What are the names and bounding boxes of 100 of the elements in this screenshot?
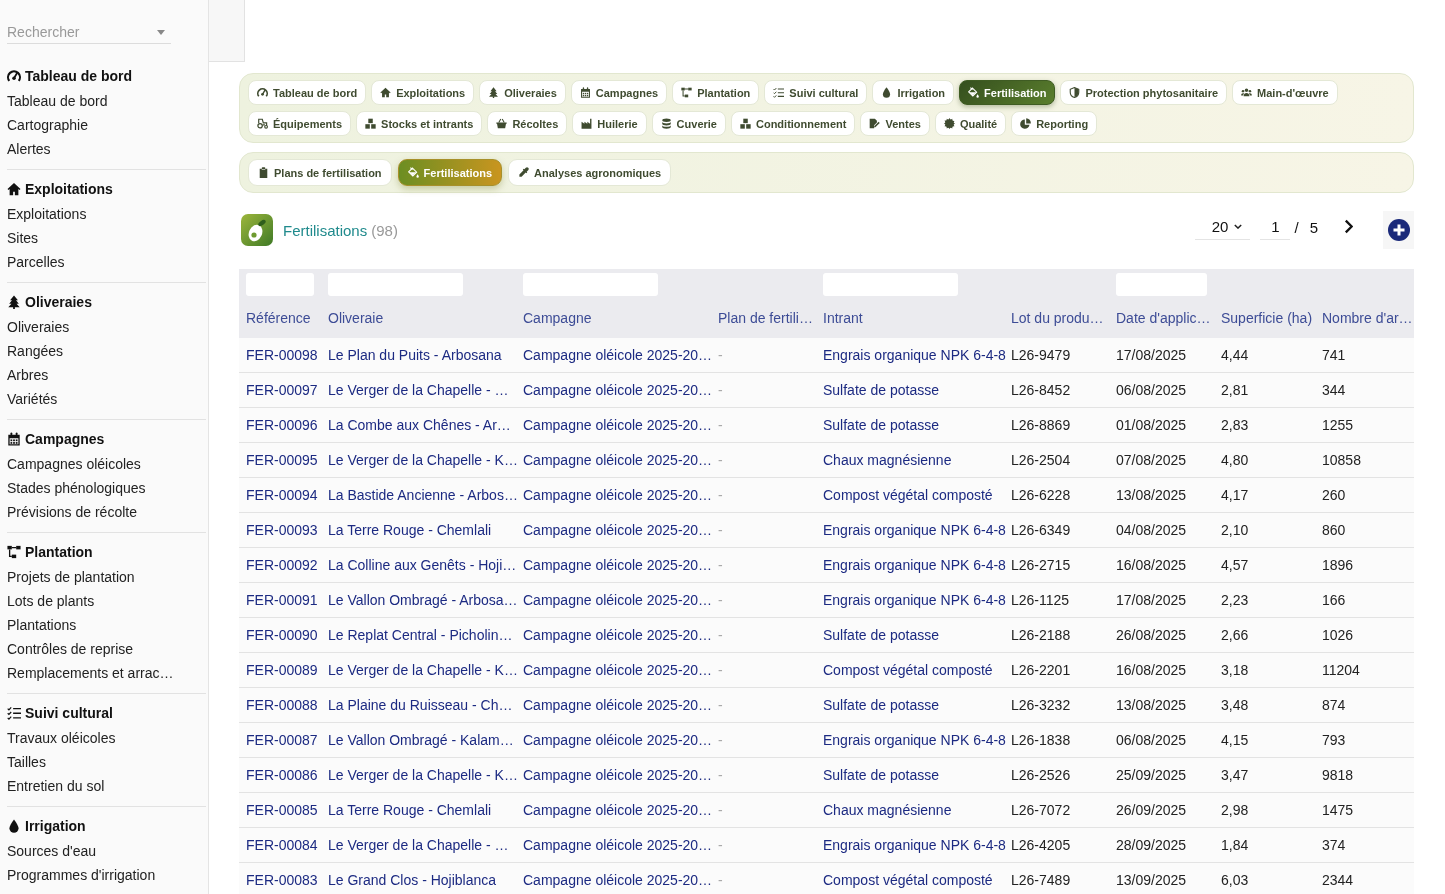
module-tab[interactable]: Irrigation <box>872 80 955 105</box>
section-tab[interactable]: Plans de fertilisation <box>248 159 392 186</box>
module-tab[interactable]: Tableau de bord <box>248 80 367 105</box>
sidebar-link[interactable]: Entretien du sol <box>7 774 206 798</box>
sidebar-link[interactable]: Travaux oléicoles <box>7 726 206 750</box>
table-link[interactable]: Campagne oléicole 2025-20… <box>516 767 711 783</box>
column-header[interactable]: Plan de fertili… <box>718 298 809 338</box>
module-tab[interactable]: Cuverie <box>651 111 726 136</box>
table-link[interactable]: FER-00094 <box>239 487 321 503</box>
table-link[interactable]: FER-00089 <box>239 662 321 678</box>
sidebar-link[interactable]: Campagnes oléicoles <box>7 452 206 476</box>
table-link[interactable]: Le Verger de la Chapelle - K… <box>321 767 516 783</box>
table-link[interactable]: La Colline aux Genêts - Hoji… <box>321 557 516 573</box>
table-link[interactable]: La Terre Rouge - Chemlali <box>321 802 516 818</box>
sidebar-link[interactable]: Programmes d'irrigation <box>7 863 206 887</box>
table-link[interactable]: La Plaine du Ruisseau - Ch… <box>321 697 516 713</box>
sidebar-link[interactable]: Cartographie <box>7 113 206 137</box>
sidebar-link[interactable]: Alertes <box>7 137 206 161</box>
table-link[interactable]: Campagne oléicole 2025-20… <box>516 872 711 888</box>
sidebar-link[interactable]: Tableau de bord <box>7 89 206 113</box>
section-tab[interactable]: Analyses agronomiques <box>508 159 672 186</box>
column-header[interactable]: Date d'applic… <box>1116 298 1207 338</box>
table-link[interactable]: Le Verger de la Chapelle - … <box>321 837 516 853</box>
table-link[interactable]: FER-00088 <box>239 697 321 713</box>
table-link[interactable]: La Combe aux Chênes - Ar… <box>321 417 516 433</box>
table-link[interactable]: Campagne oléicole 2025-20… <box>516 417 711 433</box>
table-link[interactable]: Le Plan du Puits - Arbosana <box>321 347 516 363</box>
table-link[interactable]: Campagne oléicole 2025-20… <box>516 837 711 853</box>
sidebar-link[interactable]: Projets de plantation <box>7 565 206 589</box>
module-tab[interactable]: Protection phytosanitaire <box>1060 80 1228 105</box>
table-link[interactable]: FER-00097 <box>239 382 321 398</box>
table-link[interactable]: Engrais organique NPK 6-4-8 <box>816 347 1004 363</box>
column-header[interactable]: Oliveraie <box>328 298 509 338</box>
table-link[interactable]: Engrais organique NPK 6-4-8 <box>816 837 1004 853</box>
table-link[interactable]: La Bastide Ancienne - Arbos… <box>321 487 516 503</box>
sidebar-link[interactable]: Oliveraies <box>7 315 206 339</box>
table-link[interactable]: Campagne oléicole 2025-20… <box>516 557 711 573</box>
table-link[interactable]: FER-00083 <box>239 872 321 888</box>
table-link[interactable]: Compost végétal composté <box>816 662 1004 678</box>
sidebar-link[interactable]: Parcelles <box>7 250 206 274</box>
table-link[interactable]: Campagne oléicole 2025-20… <box>516 697 711 713</box>
search-field[interactable]: Rechercher <box>7 20 171 44</box>
table-link[interactable]: Sulfate de potasse <box>816 767 1004 783</box>
module-tab[interactable]: Oliveraies <box>479 80 566 105</box>
table-link[interactable]: Compost végétal composté <box>816 872 1004 888</box>
table-link[interactable]: FER-00092 <box>239 557 321 573</box>
sidebar-link[interactable]: Exploitations <box>7 202 206 226</box>
table-link[interactable]: Compost végétal composté <box>816 487 1004 503</box>
table-link[interactable]: Campagne oléicole 2025-20… <box>516 382 711 398</box>
table-link[interactable]: Le Grand Clos - Hojiblanca <box>321 872 516 888</box>
sidebar-link[interactable]: Sources d'eau <box>7 839 206 863</box>
module-tab[interactable]: Suivi cultural <box>764 80 868 105</box>
table-link[interactable]: Le Replat Central - Picholin… <box>321 627 516 643</box>
module-tab[interactable]: Reporting <box>1011 111 1098 136</box>
module-tab[interactable]: Ventes <box>860 111 930 136</box>
table-link[interactable]: FER-00087 <box>239 732 321 748</box>
module-tab[interactable]: Plantation <box>672 80 760 105</box>
sidebar-link[interactable]: Plantations <box>7 613 206 637</box>
table-link[interactable]: Le Verger de la Chapelle - K… <box>321 452 516 468</box>
sidebar-link[interactable]: Remplacements et arrac… <box>7 661 206 685</box>
table-link[interactable]: Engrais organique NPK 6-4-8 <box>816 592 1004 608</box>
table-link[interactable]: Campagne oléicole 2025-20… <box>516 522 711 538</box>
table-link[interactable]: Campagne oléicole 2025-20… <box>516 452 711 468</box>
table-link[interactable]: Engrais organique NPK 6-4-8 <box>816 732 1004 748</box>
sidebar-link[interactable]: Tailles <box>7 750 206 774</box>
sidebar-link[interactable]: Sites <box>7 226 206 250</box>
sidebar-link[interactable]: Contrôles de reprise <box>7 637 206 661</box>
module-tab[interactable]: Campagnes <box>570 80 668 105</box>
column-header[interactable]: Intrant <box>823 298 997 338</box>
module-tab[interactable]: Exploitations <box>371 80 475 105</box>
table-link[interactable]: FER-00086 <box>239 767 321 783</box>
table-link[interactable]: Campagne oléicole 2025-20… <box>516 627 711 643</box>
table-link[interactable]: Campagne oléicole 2025-20… <box>516 487 711 503</box>
sidebar-link[interactable]: Prévisions de récolte <box>7 500 206 524</box>
table-link[interactable]: Campagne oléicole 2025-20… <box>516 662 711 678</box>
sidebar-link[interactable]: Lots de plants <box>7 589 206 613</box>
module-tab[interactable]: Huilerie <box>572 111 647 136</box>
module-tab[interactable]: Récoltes <box>487 111 568 136</box>
table-link[interactable]: Campagne oléicole 2025-20… <box>516 732 711 748</box>
table-link[interactable]: Campagne oléicole 2025-20… <box>516 802 711 818</box>
table-link[interactable]: Chaux magnésienne <box>816 802 1004 818</box>
table-link[interactable]: Engrais organique NPK 6-4-8 <box>816 522 1004 538</box>
table-link[interactable]: La Terre Rouge - Chemlali <box>321 522 516 538</box>
sidebar-link[interactable]: Stades phénologiques <box>7 476 206 500</box>
module-tab[interactable]: Stocks et intrants <box>356 111 483 136</box>
table-link[interactable]: Le Verger de la Chapelle - … <box>321 382 516 398</box>
sidebar-link[interactable]: Variétés <box>7 387 206 411</box>
module-tab[interactable]: Qualité <box>934 111 1007 136</box>
table-link[interactable]: Le Vallon Ombragé - Arbosa… <box>321 592 516 608</box>
column-header[interactable]: Campagne <box>523 298 704 338</box>
column-header[interactable]: Référence <box>246 298 314 338</box>
module-tab[interactable]: Main-d'œuvre <box>1232 80 1338 105</box>
table-link[interactable]: FER-00091 <box>239 592 321 608</box>
table-link[interactable]: Sulfate de potasse <box>816 382 1004 398</box>
table-link[interactable]: FER-00095 <box>239 452 321 468</box>
table-link[interactable]: Chaux magnésienne <box>816 452 1004 468</box>
module-tab[interactable]: Conditionnement <box>730 111 856 136</box>
table-link[interactable]: Sulfate de potasse <box>816 697 1004 713</box>
module-tab[interactable]: Fertilisation <box>959 80 1056 105</box>
sidebar-link[interactable]: Arbres <box>7 363 206 387</box>
